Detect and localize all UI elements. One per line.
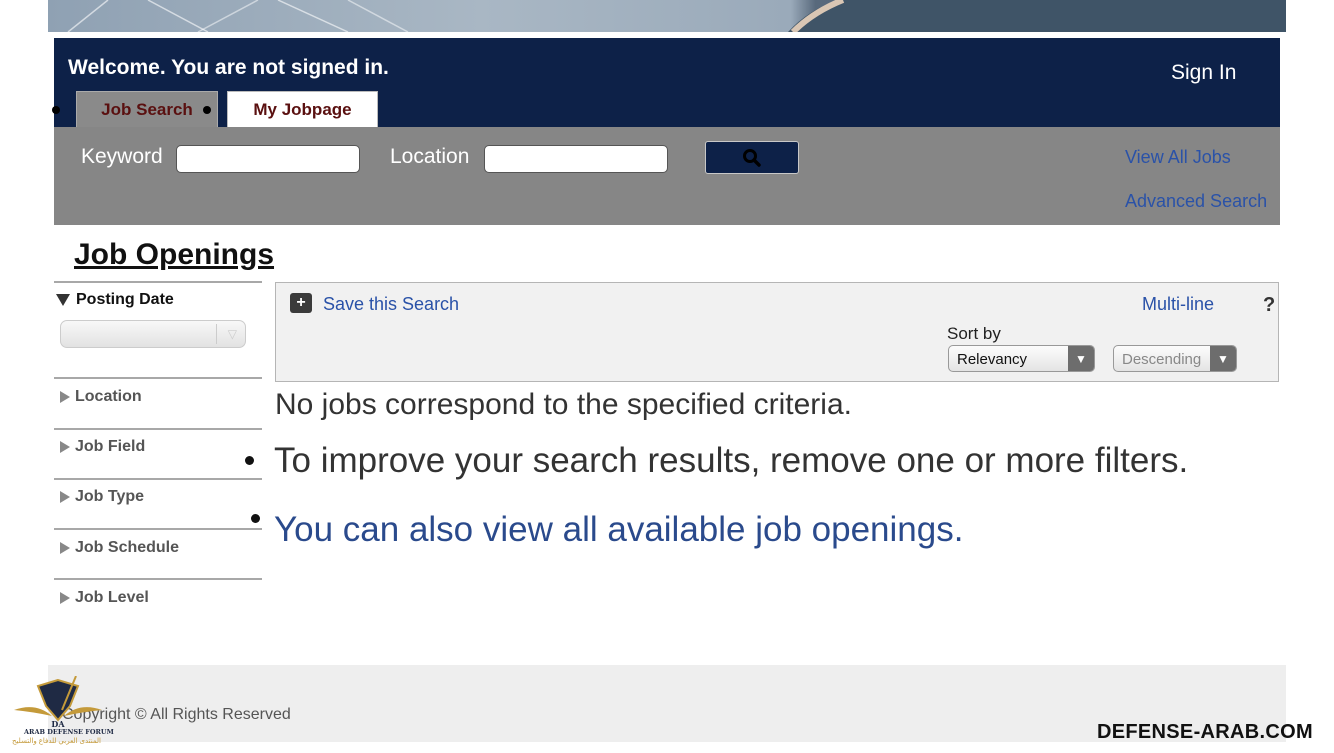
triangle-right-icon xyxy=(60,592,70,604)
chevron-down-icon: ▼ xyxy=(1068,346,1094,371)
divider xyxy=(54,377,262,379)
sort-by-select[interactable]: Relevancy ▼ xyxy=(948,345,1095,372)
top-banner-image xyxy=(48,0,1286,32)
site-watermark: DEFENSE-ARAB.COM xyxy=(1097,721,1313,743)
view-all-jobs-link[interactable]: View All Jobs xyxy=(1125,147,1231,168)
select-separator xyxy=(216,324,217,344)
logo-text: ARAB DEFENSE FORUM xyxy=(24,728,114,736)
posting-date-label: Posting Date xyxy=(76,291,174,308)
list-bullet xyxy=(251,514,260,523)
keyword-input[interactable] xyxy=(176,145,360,173)
sort-by-label: Sort by xyxy=(947,324,1001,343)
tab-bullet xyxy=(203,106,211,114)
filter-label: Location xyxy=(75,388,142,405)
logo-subtext: المنتدى العربي للدفاع والتسليح xyxy=(12,738,101,745)
tab-label: My Jobpage xyxy=(253,99,352,119)
filter-label: Job Type xyxy=(75,488,145,505)
search-icon xyxy=(743,148,761,167)
filter-job-level[interactable]: Job Level xyxy=(60,589,149,607)
triangle-right-icon xyxy=(60,441,70,453)
location-input[interactable] xyxy=(484,145,668,173)
posting-date-filter[interactable]: Posting Date xyxy=(56,291,174,309)
tab-bullet xyxy=(52,106,60,114)
keyword-label: Keyword xyxy=(81,145,163,168)
posting-date-select[interactable]: ▽ xyxy=(60,320,246,348)
filter-job-schedule[interactable]: Job Schedule xyxy=(60,539,179,557)
location-label: Location xyxy=(390,145,470,168)
triangle-right-icon xyxy=(60,391,70,403)
divider xyxy=(54,528,262,530)
tab-my-jobpage[interactable]: My Jobpage xyxy=(227,91,378,127)
page-title: Job Openings xyxy=(74,238,275,271)
sort-by-value: Relevancy xyxy=(957,351,1028,368)
filter-job-type[interactable]: Job Type xyxy=(60,488,144,506)
chevron-down-icon: ▽ xyxy=(227,327,237,341)
list-bullet xyxy=(245,456,254,465)
question-icon[interactable]: ? xyxy=(1263,294,1275,317)
save-search-link[interactable]: Save this Search xyxy=(323,294,459,315)
sort-order-select[interactable]: Descending ▼ xyxy=(1113,345,1237,372)
tab-label: Job Search xyxy=(101,99,193,119)
search-button[interactable] xyxy=(705,141,799,174)
multi-line-link[interactable]: Multi-line xyxy=(1142,294,1214,315)
improve-results-tip: To improve your search results, remove o… xyxy=(274,441,1189,480)
triangle-right-icon xyxy=(60,491,70,503)
triangle-down-icon xyxy=(56,294,70,306)
tab-job-search[interactable]: Job Search xyxy=(76,91,218,127)
filter-label: Job Field xyxy=(75,438,146,455)
triangle-right-icon xyxy=(60,542,70,554)
plus-icon[interactable]: + xyxy=(290,293,312,313)
sign-in-link[interactable]: Sign In xyxy=(1171,61,1236,85)
view-all-openings-link[interactable]: You can also view all available job open… xyxy=(274,510,963,550)
divider xyxy=(54,578,262,580)
banner-graphic xyxy=(67,0,1286,32)
forum-logo: DA ARAB DEFENSE FORUM المنتدى العربي للد… xyxy=(8,675,114,748)
divider xyxy=(54,428,262,430)
no-results-message: No jobs correspond to the specified crit… xyxy=(275,388,852,421)
filter-location[interactable]: Location xyxy=(60,388,142,406)
welcome-message: Welcome. You are not signed in. xyxy=(68,56,389,79)
search-bar xyxy=(54,127,1280,225)
chevron-down-icon: ▼ xyxy=(1210,346,1236,371)
divider xyxy=(54,281,262,283)
divider xyxy=(54,478,262,480)
advanced-search-link[interactable]: Advanced Search xyxy=(1125,191,1267,212)
sort-order-value: Descending xyxy=(1122,351,1202,368)
filter-label: Job Schedule xyxy=(75,539,180,556)
filter-job-field[interactable]: Job Field xyxy=(60,438,145,456)
filter-label: Job Level xyxy=(75,589,149,606)
